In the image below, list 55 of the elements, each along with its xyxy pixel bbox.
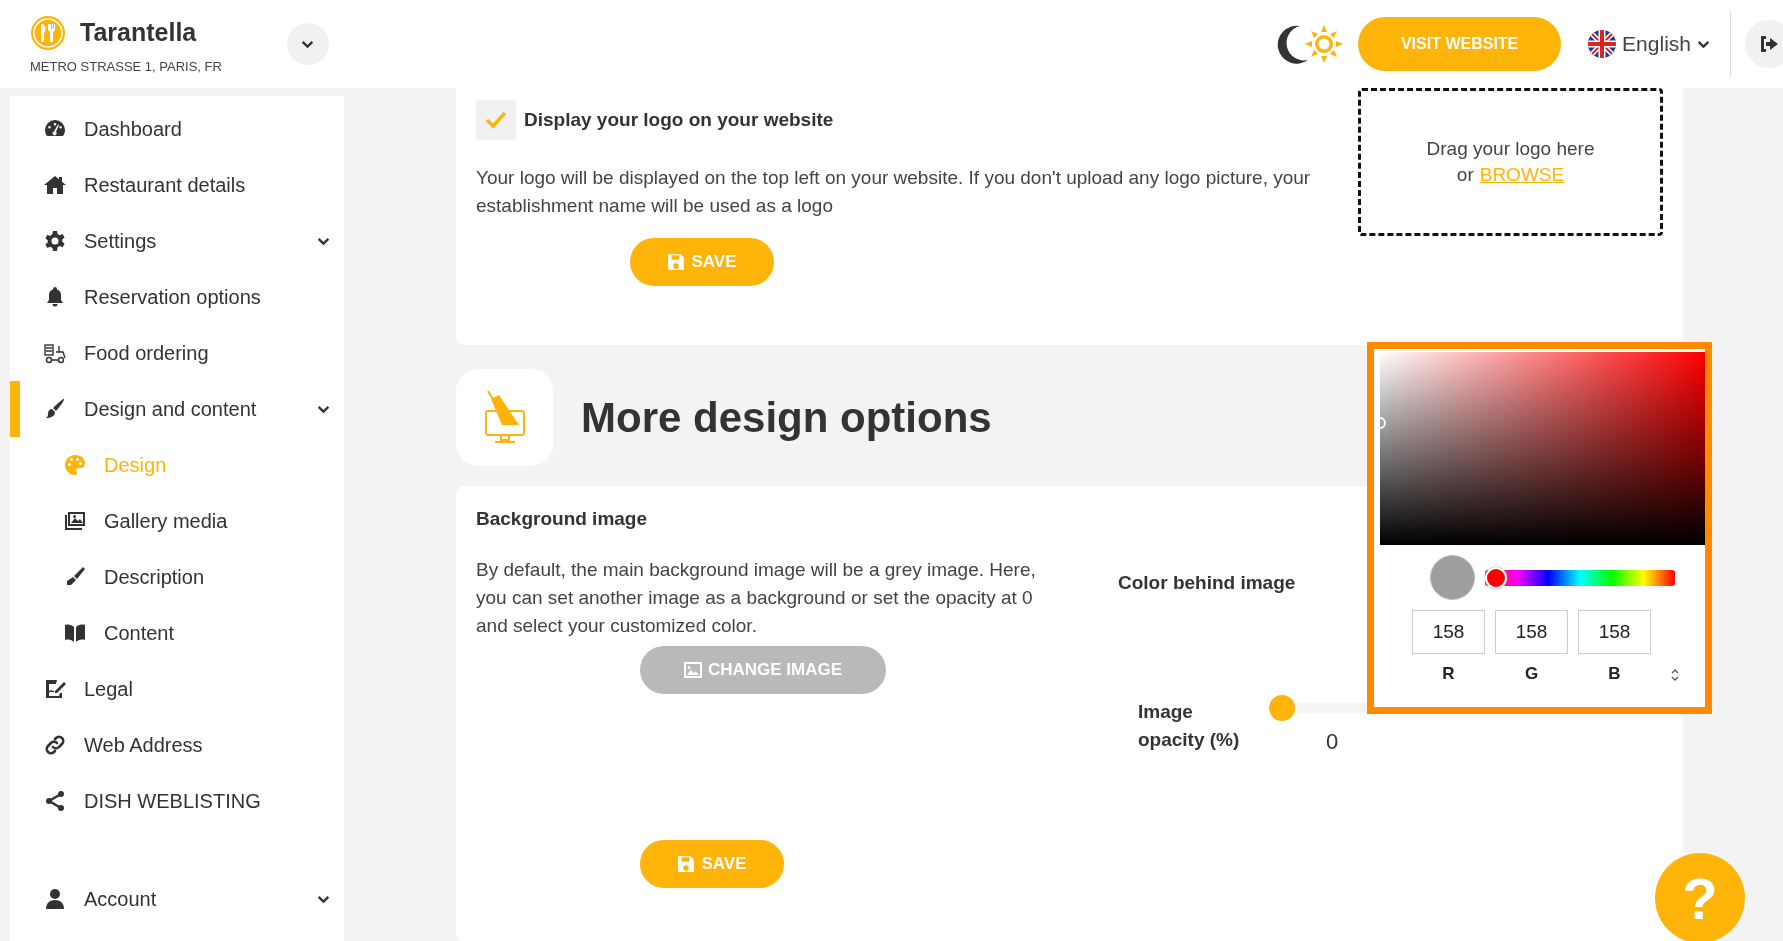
chevron-down-icon bbox=[301, 39, 315, 49]
scooter-icon bbox=[42, 341, 68, 365]
chevron-down-icon bbox=[1697, 39, 1710, 49]
color-label: Color behind image bbox=[1118, 572, 1296, 594]
logout-button[interactable] bbox=[1745, 20, 1783, 68]
check-icon bbox=[485, 111, 507, 129]
sidebar-item[interactable]: Reservation options bbox=[10, 269, 344, 325]
dropzone-text: Drag your logo here bbox=[1426, 138, 1595, 160]
color-channel-field[interactable]: 158 bbox=[1495, 610, 1568, 654]
sidebar-item[interactable]: Legal bbox=[10, 661, 344, 717]
palette-icon bbox=[62, 453, 88, 477]
sidebar-item[interactable]: Description bbox=[10, 549, 344, 605]
channel-label: B bbox=[1608, 664, 1621, 684]
channel-label: R bbox=[1442, 664, 1455, 684]
opacity-reading: 0 bbox=[1326, 729, 1340, 755]
checkbox-label: Display your logo on your website bbox=[524, 109, 834, 131]
sidebar-item[interactable]: Design and content bbox=[10, 381, 344, 437]
logo-description: Your logo will be displayed on the top left on your website. If you don't upload any logo picture, your establishment name will be used as a logo bbox=[476, 166, 1312, 218]
restaurant-address: METRO STRASSE 1, PARIS, FR bbox=[30, 58, 222, 74]
color-channel-field[interactable]: 158 bbox=[1412, 610, 1485, 654]
logout-icon bbox=[1759, 35, 1779, 53]
chevron-down-icon bbox=[317, 404, 330, 414]
color-preview bbox=[1430, 555, 1475, 600]
restaurant-dropdown-button[interactable] bbox=[286, 23, 329, 65]
chevron-down-icon bbox=[317, 894, 330, 904]
color-channel-field[interactable]: 158 bbox=[1578, 610, 1651, 654]
uk-flag-icon bbox=[1588, 30, 1617, 58]
gallery-icon bbox=[62, 509, 88, 533]
sidebar-item[interactable]: Food ordering bbox=[10, 325, 344, 381]
restaurant-name: Tarantella bbox=[80, 18, 197, 47]
sidebar-item[interactable]: Restaurant details bbox=[10, 157, 344, 213]
format-toggle-icon[interactable] bbox=[1671, 668, 1679, 682]
restaurant-logo-icon bbox=[30, 14, 66, 51]
sidebar-item[interactable]: Web Address bbox=[10, 717, 344, 773]
hue-slider-thumb[interactable] bbox=[1485, 566, 1508, 589]
sidebar-item[interactable]: Settings bbox=[10, 213, 344, 269]
card-title: Background image bbox=[476, 508, 649, 530]
sidebar-item[interactable]: Content bbox=[10, 605, 344, 661]
active-indicator bbox=[10, 381, 20, 437]
image-icon bbox=[683, 662, 702, 678]
background-description: By default, the main background image will be a grey image. Here, you can set another image as a background or set the opacity at 0 and select your customized color. bbox=[476, 558, 1037, 638]
home-icon bbox=[42, 173, 68, 197]
dropzone-or-text: or bbox=[1456, 164, 1474, 186]
section-title: More design options bbox=[581, 393, 992, 442]
chevron-down-icon bbox=[317, 236, 330, 246]
sidebar-item[interactable]: DISH WEBLISTING bbox=[10, 773, 344, 829]
language-selector[interactable]: English bbox=[1588, 30, 1710, 58]
logo-dropzone[interactable]: Drag your logo here or BROWSE bbox=[1358, 88, 1663, 236]
sidebar-item[interactable]: Gallery media bbox=[10, 493, 344, 549]
sidebar-item[interactable]: Account bbox=[10, 871, 344, 927]
channel-label: G bbox=[1524, 664, 1539, 684]
opacity-slider-thumb[interactable] bbox=[1269, 695, 1295, 721]
sidebar-item[interactable]: Dashboard bbox=[10, 101, 344, 157]
checkbox[interactable] bbox=[476, 100, 516, 140]
opacity-label: Image opacity (%) bbox=[1138, 700, 1241, 752]
